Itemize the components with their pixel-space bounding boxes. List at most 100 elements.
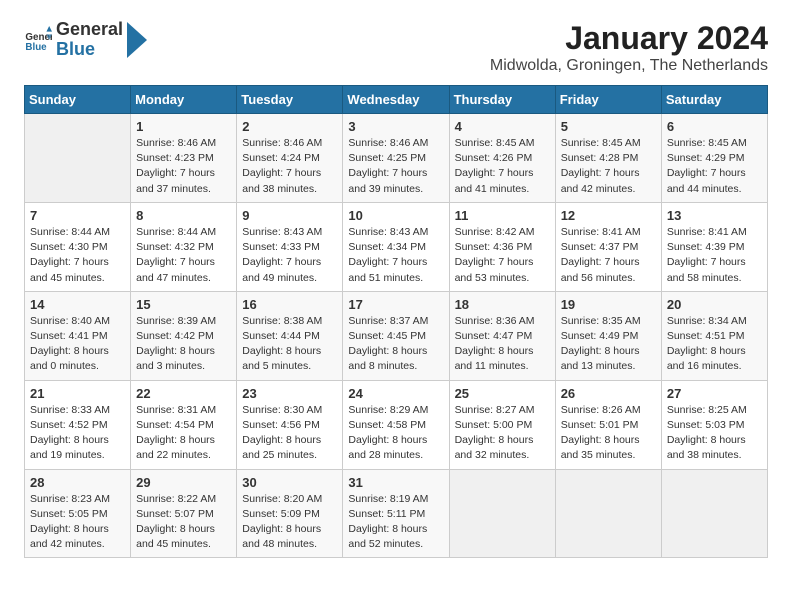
day-number: 20 bbox=[667, 297, 762, 312]
calendar-day-cell bbox=[449, 469, 555, 558]
day-info: Sunrise: 8:22 AM Sunset: 5:07 PM Dayligh… bbox=[136, 492, 231, 553]
logo-triangle-icon bbox=[127, 22, 147, 58]
day-number: 26 bbox=[561, 386, 656, 401]
day-info: Sunrise: 8:31 AM Sunset: 4:54 PM Dayligh… bbox=[136, 403, 231, 464]
day-info: Sunrise: 8:39 AM Sunset: 4:42 PM Dayligh… bbox=[136, 314, 231, 375]
calendar-table: SundayMondayTuesdayWednesdayThursdayFrid… bbox=[24, 85, 768, 558]
calendar-day-cell: 17 Sunrise: 8:37 AM Sunset: 4:45 PM Dayli… bbox=[343, 291, 449, 380]
calendar-week-row: 21 Sunrise: 8:33 AM Sunset: 4:52 PM Dayli… bbox=[25, 380, 768, 469]
day-info: Sunrise: 8:38 AM Sunset: 4:44 PM Dayligh… bbox=[242, 314, 337, 375]
calendar-day-cell: 25Sunrise: 8:27 AM Sunset: 5:00 PM Dayli… bbox=[449, 380, 555, 469]
day-info: Sunrise: 8:46 AM Sunset: 4:25 PM Dayligh… bbox=[348, 136, 443, 197]
calendar-day-cell: 14Sunrise: 8:40 AM Sunset: 4:41 PM Dayli… bbox=[25, 291, 131, 380]
day-info: Sunrise: 8:46 AM Sunset: 4:24 PM Dayligh… bbox=[242, 136, 337, 197]
calendar-day-cell: 9 Sunrise: 8:43 AM Sunset: 4:33 PM Daylig… bbox=[237, 202, 343, 291]
calendar-day-cell: 30 Sunrise: 8:20 AM Sunset: 5:09 PM Dayli… bbox=[237, 469, 343, 558]
logo: General Blue General Blue bbox=[24, 20, 147, 60]
calendar-day-cell: 1 Sunrise: 8:46 AM Sunset: 4:23 PM Daylig… bbox=[131, 114, 237, 203]
day-info: Sunrise: 8:46 AM Sunset: 4:23 PM Dayligh… bbox=[136, 136, 231, 197]
calendar-day-cell: 26 Sunrise: 8:26 AM Sunset: 5:01 PM Dayli… bbox=[555, 380, 661, 469]
column-header-sunday: Sunday bbox=[25, 86, 131, 114]
day-number: 8 bbox=[136, 208, 231, 223]
day-info: Sunrise: 8:44 AM Sunset: 4:30 PM Dayligh… bbox=[30, 225, 125, 286]
day-info: Sunrise: 8:34 AM Sunset: 4:51 PM Dayligh… bbox=[667, 314, 762, 375]
day-number: 4 bbox=[455, 119, 550, 134]
calendar-day-cell: 12Sunrise: 8:41 AM Sunset: 4:37 PM Dayli… bbox=[555, 202, 661, 291]
day-number: 29 bbox=[136, 475, 231, 490]
day-info: Sunrise: 8:29 AM Sunset: 4:58 PM Dayligh… bbox=[348, 403, 443, 464]
logo-blue-text: Blue bbox=[56, 40, 123, 60]
column-header-wednesday: Wednesday bbox=[343, 86, 449, 114]
calendar-day-cell: 27 Sunrise: 8:25 AM Sunset: 5:03 PM Dayli… bbox=[661, 380, 767, 469]
day-number: 21 bbox=[30, 386, 125, 401]
logo-icon: General Blue bbox=[24, 26, 52, 54]
day-info: Sunrise: 8:43 AM Sunset: 4:34 PM Dayligh… bbox=[348, 225, 443, 286]
day-number: 9 bbox=[242, 208, 337, 223]
column-header-tuesday: Tuesday bbox=[237, 86, 343, 114]
calendar-day-cell: 29 Sunrise: 8:22 AM Sunset: 5:07 PM Dayli… bbox=[131, 469, 237, 558]
calendar-week-row: 28Sunrise: 8:23 AM Sunset: 5:05 PM Dayli… bbox=[25, 469, 768, 558]
calendar-header-row: SundayMondayTuesdayWednesdayThursdayFrid… bbox=[25, 86, 768, 114]
day-info: Sunrise: 8:37 AM Sunset: 4:45 PM Dayligh… bbox=[348, 314, 443, 375]
day-number: 5 bbox=[561, 119, 656, 134]
calendar-week-row: 1 Sunrise: 8:46 AM Sunset: 4:23 PM Daylig… bbox=[25, 114, 768, 203]
day-number: 14 bbox=[30, 297, 125, 312]
column-header-saturday: Saturday bbox=[661, 86, 767, 114]
title-block: January 2024 Midwolda, Groningen, The Ne… bbox=[490, 20, 768, 75]
calendar-week-row: 7 Sunrise: 8:44 AM Sunset: 4:30 PM Daylig… bbox=[25, 202, 768, 291]
calendar-day-cell: 19 Sunrise: 8:35 AM Sunset: 4:49 PM Dayli… bbox=[555, 291, 661, 380]
calendar-day-cell: 2 Sunrise: 8:46 AM Sunset: 4:24 PM Daylig… bbox=[237, 114, 343, 203]
day-number: 2 bbox=[242, 119, 337, 134]
calendar-day-cell: 22Sunrise: 8:31 AM Sunset: 4:54 PM Dayli… bbox=[131, 380, 237, 469]
day-number: 17 bbox=[348, 297, 443, 312]
day-number: 6 bbox=[667, 119, 762, 134]
day-info: Sunrise: 8:33 AM Sunset: 4:52 PM Dayligh… bbox=[30, 403, 125, 464]
day-number: 10 bbox=[348, 208, 443, 223]
day-info: Sunrise: 8:23 AM Sunset: 5:05 PM Dayligh… bbox=[30, 492, 125, 553]
day-number: 19 bbox=[561, 297, 656, 312]
day-info: Sunrise: 8:30 AM Sunset: 4:56 PM Dayligh… bbox=[242, 403, 337, 464]
calendar-day-cell: 16 Sunrise: 8:38 AM Sunset: 4:44 PM Dayli… bbox=[237, 291, 343, 380]
calendar-day-cell: 8 Sunrise: 8:44 AM Sunset: 4:32 PM Daylig… bbox=[131, 202, 237, 291]
calendar-day-cell: 4Sunrise: 8:45 AM Sunset: 4:26 PM Daylig… bbox=[449, 114, 555, 203]
day-info: Sunrise: 8:19 AM Sunset: 5:11 PM Dayligh… bbox=[348, 492, 443, 553]
day-info: Sunrise: 8:26 AM Sunset: 5:01 PM Dayligh… bbox=[561, 403, 656, 464]
calendar-day-cell: 5Sunrise: 8:45 AM Sunset: 4:28 PM Daylig… bbox=[555, 114, 661, 203]
day-info: Sunrise: 8:42 AM Sunset: 4:36 PM Dayligh… bbox=[455, 225, 550, 286]
day-number: 3 bbox=[348, 119, 443, 134]
day-info: Sunrise: 8:25 AM Sunset: 5:03 PM Dayligh… bbox=[667, 403, 762, 464]
calendar-day-cell: 24 Sunrise: 8:29 AM Sunset: 4:58 PM Dayli… bbox=[343, 380, 449, 469]
day-number: 11 bbox=[455, 208, 550, 223]
logo-general-text: General bbox=[56, 20, 123, 40]
calendar-day-cell: 31 Sunrise: 8:19 AM Sunset: 5:11 PM Dayli… bbox=[343, 469, 449, 558]
day-number: 13 bbox=[667, 208, 762, 223]
day-number: 12 bbox=[561, 208, 656, 223]
calendar-day-cell bbox=[661, 469, 767, 558]
day-info: Sunrise: 8:41 AM Sunset: 4:39 PM Dayligh… bbox=[667, 225, 762, 286]
page-header: General Blue General Blue January 2024 M… bbox=[24, 20, 768, 75]
column-header-thursday: Thursday bbox=[449, 86, 555, 114]
day-number: 27 bbox=[667, 386, 762, 401]
day-number: 30 bbox=[242, 475, 337, 490]
calendar-day-cell: 21 Sunrise: 8:33 AM Sunset: 4:52 PM Dayli… bbox=[25, 380, 131, 469]
calendar-day-cell: 6Sunrise: 8:45 AM Sunset: 4:29 PM Daylig… bbox=[661, 114, 767, 203]
day-number: 18 bbox=[455, 297, 550, 312]
day-info: Sunrise: 8:20 AM Sunset: 5:09 PM Dayligh… bbox=[242, 492, 337, 553]
page-title: January 2024 bbox=[490, 20, 768, 57]
day-info: Sunrise: 8:43 AM Sunset: 4:33 PM Dayligh… bbox=[242, 225, 337, 286]
calendar-week-row: 14Sunrise: 8:40 AM Sunset: 4:41 PM Dayli… bbox=[25, 291, 768, 380]
calendar-day-cell bbox=[555, 469, 661, 558]
day-number: 1 bbox=[136, 119, 231, 134]
day-number: 24 bbox=[348, 386, 443, 401]
calendar-day-cell: 13 Sunrise: 8:41 AM Sunset: 4:39 PM Dayli… bbox=[661, 202, 767, 291]
day-info: Sunrise: 8:44 AM Sunset: 4:32 PM Dayligh… bbox=[136, 225, 231, 286]
day-number: 16 bbox=[242, 297, 337, 312]
calendar-day-cell bbox=[25, 114, 131, 203]
calendar-day-cell: 20 Sunrise: 8:34 AM Sunset: 4:51 PM Dayli… bbox=[661, 291, 767, 380]
day-number: 31 bbox=[348, 475, 443, 490]
day-info: Sunrise: 8:35 AM Sunset: 4:49 PM Dayligh… bbox=[561, 314, 656, 375]
calendar-day-cell: 10 Sunrise: 8:43 AM Sunset: 4:34 PM Dayli… bbox=[343, 202, 449, 291]
page-subtitle: Midwolda, Groningen, The Netherlands bbox=[490, 57, 768, 75]
day-number: 7 bbox=[30, 208, 125, 223]
calendar-day-cell: 3 Sunrise: 8:46 AM Sunset: 4:25 PM Daylig… bbox=[343, 114, 449, 203]
